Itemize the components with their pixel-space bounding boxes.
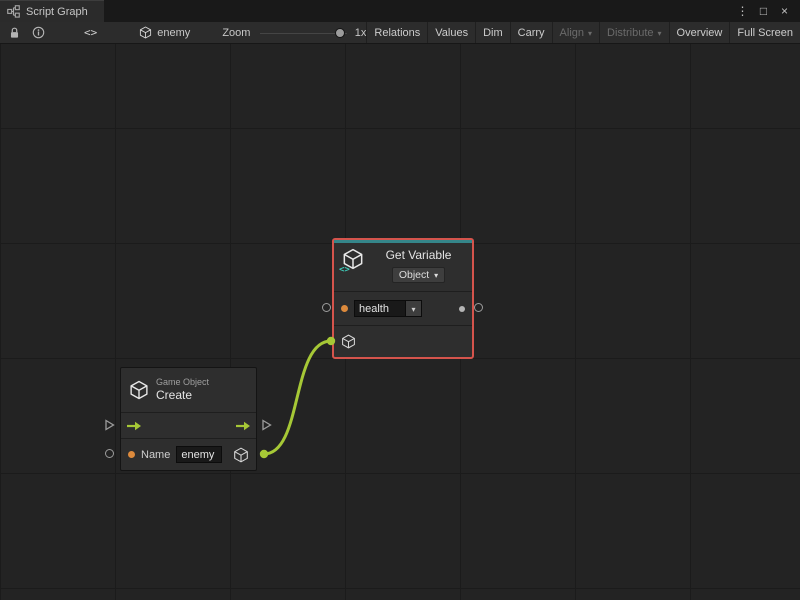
graph-name-label: enemy <box>157 27 190 39</box>
get-variable-name-input-port[interactable] <box>322 303 331 312</box>
variable-cube-icon: <> <box>342 248 366 272</box>
graph-canvas[interactable]: Game Object Create Name <box>0 44 800 600</box>
variable-name-input[interactable] <box>354 300 406 317</box>
zoom-slider[interactable] <box>260 23 346 43</box>
name-field-label: Name <box>141 449 170 461</box>
create-node-subtitle: Game Object <box>156 377 209 388</box>
titlebar-spacer <box>104 0 734 22</box>
tab-title: Script Graph <box>26 6 88 18</box>
carry-button[interactable]: Carry <box>510 22 552 43</box>
get-variable-value-output-port[interactable] <box>474 303 483 312</box>
get-variable-title: Get Variable <box>386 248 452 263</box>
cube-icon <box>139 26 152 39</box>
create-node-header: Game Object Create <box>121 368 256 412</box>
dim-button[interactable]: Dim <box>475 22 510 43</box>
create-flow-output-port[interactable] <box>261 419 272 431</box>
graph-toolbar: <> enemy Zoom 1x Relations Values Dim Ca… <box>0 22 800 44</box>
variable-name-dropdown[interactable]: ▾ <box>406 300 422 317</box>
tab-script-graph[interactable]: Script Graph <box>0 0 104 22</box>
chevron-down-icon: ▾ <box>411 306 415 314</box>
gameobject-cube-icon <box>129 380 149 400</box>
chevron-down-icon: ▾ <box>658 30 662 38</box>
window-controls: ⋮ □ × <box>734 0 800 22</box>
node-get-variable[interactable]: <> Get Variable Object ▾ ▾ <box>332 238 474 359</box>
toolbar-buttons: Relations Values Dim Carry Align▾ Distri… <box>366 22 800 43</box>
edge-source-port[interactable] <box>260 450 268 458</box>
value-output-port-dot[interactable] <box>459 306 465 312</box>
connection-edge[interactable] <box>264 341 331 454</box>
create-node-title: Create <box>156 388 209 403</box>
variable-kind-dropdown[interactable]: Object ▾ <box>392 267 445 283</box>
align-button[interactable]: Align▾ <box>552 22 599 43</box>
node-create-gameobject[interactable]: Game Object Create Name <box>120 367 257 471</box>
graph-name-indicator[interactable]: enemy <box>139 26 190 39</box>
chevron-down-icon: ▾ <box>434 272 438 280</box>
create-name-row: Name <box>121 438 256 470</box>
maximize-icon[interactable]: □ <box>755 1 772 21</box>
name-field-input[interactable] <box>176 446 222 463</box>
info-icon[interactable] <box>31 23 46 43</box>
gameobject-output-port-icon[interactable] <box>233 447 249 463</box>
create-flow-row <box>121 412 256 438</box>
zoom-value: 1x <box>355 27 367 39</box>
string-port-dot[interactable] <box>341 305 348 312</box>
create-name-input-port[interactable] <box>105 449 114 458</box>
script-graph-window: Script Graph ⋮ □ × <> enemy <box>0 0 800 600</box>
relations-button[interactable]: Relations <box>366 22 427 43</box>
graph-icon <box>7 5 20 18</box>
flow-input-arrow-icon[interactable] <box>126 421 142 431</box>
string-port-dot[interactable] <box>128 451 135 458</box>
code-overlay-icon: <> <box>339 265 350 275</box>
title-bar: Script Graph ⋮ □ × <box>0 0 800 22</box>
zoom-label: Zoom <box>222 27 250 39</box>
gameobject-input-port-icon[interactable] <box>341 334 356 349</box>
chevron-down-icon: ▾ <box>588 30 592 38</box>
zoom-slider-track[interactable] <box>260 33 346 34</box>
fullscreen-button[interactable]: Full Screen <box>729 22 800 43</box>
flow-output-arrow-icon[interactable] <box>235 421 251 431</box>
distribute-button[interactable]: Distribute▾ <box>599 22 668 43</box>
zoom-slider-handle[interactable] <box>335 28 345 38</box>
close-icon[interactable]: × <box>776 1 793 21</box>
values-button[interactable]: Values <box>427 22 475 43</box>
code-preview-button[interactable]: <> <box>76 23 105 43</box>
get-variable-header: <> Get Variable Object ▾ <box>334 243 472 291</box>
variable-name-row: ▾ <box>334 291 472 325</box>
overview-button[interactable]: Overview <box>669 22 730 43</box>
create-flow-input-port[interactable] <box>104 419 115 431</box>
window-menu-icon[interactable]: ⋮ <box>734 1 751 21</box>
gameobject-input-row <box>334 325 472 357</box>
lock-icon[interactable] <box>7 23 22 43</box>
